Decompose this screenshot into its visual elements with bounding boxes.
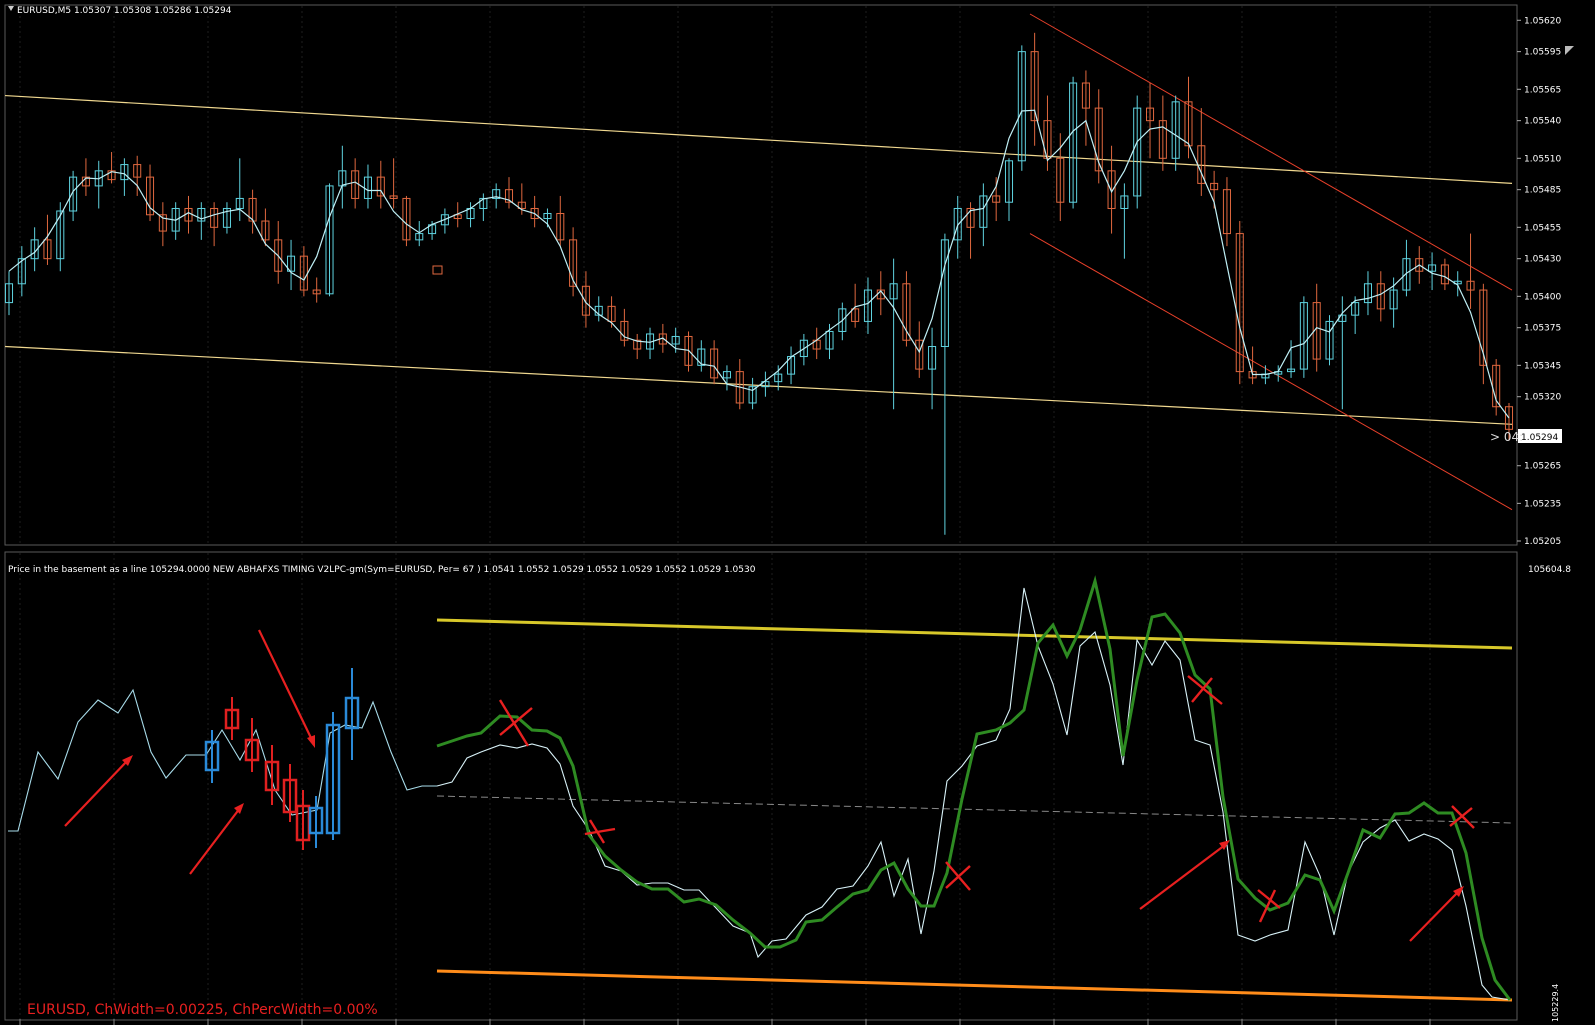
price-tick-label: 1.05540 xyxy=(1524,117,1561,127)
indicator-panel-header: Price in the basement as a line 105294.0… xyxy=(8,565,756,575)
candle-countdown: > 04: xyxy=(1490,430,1523,444)
price-tick-label: 1.05455 xyxy=(1524,223,1561,233)
price-tick-label: 1.05265 xyxy=(1524,462,1561,472)
price-tick-label: 1.05205 xyxy=(1524,537,1561,547)
price-tick-label: 1.05320 xyxy=(1524,393,1561,403)
price-tick-label: 1.05235 xyxy=(1524,499,1561,509)
price-tick-label: 1.05595 xyxy=(1524,48,1561,58)
price-tick-label: 1.05375 xyxy=(1524,324,1561,334)
price-tick-label: 1.05510 xyxy=(1524,154,1561,164)
price-panel-header: EURUSD,M5 1.05307 1.05308 1.05286 1.0529… xyxy=(17,6,232,16)
price-tick-label: 1.05400 xyxy=(1524,292,1561,302)
price-tick-label: 1.05565 xyxy=(1524,85,1561,95)
channel-width-label: EURUSD, ChWidth=0.00225, ChPercWidth=0.0… xyxy=(27,1002,378,1018)
price-tick-label: 1.05345 xyxy=(1524,361,1561,371)
indicator-top-value: 105604.8 xyxy=(1528,565,1571,575)
price-tick-label: 1.05430 xyxy=(1524,255,1561,265)
trading-chart[interactable]: 1.05620 1.05595 1.05565 1.05540 1.05510 1.054… xyxy=(0,0,1595,1025)
indicator-bottom-value: 105229.4 xyxy=(1551,984,1560,1022)
price-tick-label: 1.05485 xyxy=(1524,186,1561,196)
price-tick-label: 1.05620 xyxy=(1524,16,1561,26)
current-price-label: 1.05294 xyxy=(1521,433,1558,443)
